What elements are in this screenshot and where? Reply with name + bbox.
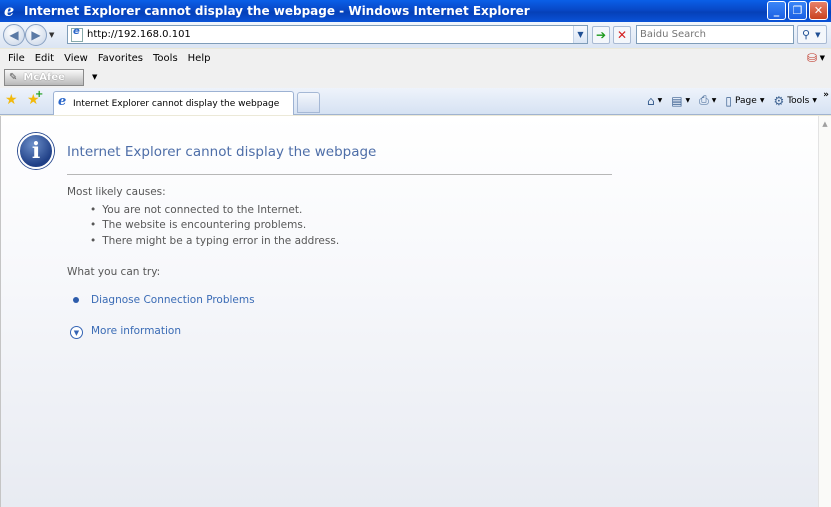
mcafee-button[interactable]: ✎ McAfee bbox=[4, 69, 84, 86]
mcafee-toolbar: ✎ McAfee ▼ bbox=[0, 68, 831, 88]
page-dropdown-icon[interactable]: ▼ bbox=[760, 97, 765, 104]
list-item: The website is encountering problems. bbox=[90, 218, 339, 234]
causes-heading: Most likely causes: bbox=[67, 186, 166, 198]
bullet-icon bbox=[73, 297, 79, 303]
title-bar: e Internet Explorer cannot display the w… bbox=[0, 0, 831, 22]
ie-page-icon: e bbox=[58, 93, 67, 109]
back-button[interactable]: ◀ bbox=[3, 24, 25, 46]
stop-button[interactable]: ✕ bbox=[613, 26, 631, 44]
tools-dropdown-icon[interactable]: ▼ bbox=[812, 97, 817, 104]
mcafee-label: McAfee bbox=[23, 72, 65, 83]
back-arrow-icon: ◀ bbox=[9, 28, 19, 42]
address-dropdown-button[interactable]: ▼ bbox=[573, 26, 587, 43]
list-item: There might be a typing error in the add… bbox=[90, 233, 339, 249]
vertical-scrollbar[interactable]: ▲ bbox=[818, 116, 831, 507]
print-dropdown-icon[interactable]: ▼ bbox=[712, 97, 717, 104]
try-heading: What you can try: bbox=[67, 266, 161, 278]
page-icon bbox=[71, 26, 83, 42]
ie-logo-icon: e bbox=[4, 1, 15, 20]
tab-bar: ★ ★ e Internet Explorer cannot display t… bbox=[0, 88, 831, 115]
pencil-icon: ✎ bbox=[9, 72, 18, 83]
search-button[interactable]: ⚲ ▼ bbox=[797, 25, 827, 44]
more-information-link[interactable]: More information bbox=[91, 325, 181, 337]
maximize-button[interactable]: ❐ bbox=[788, 1, 807, 20]
close-button[interactable]: ✕ bbox=[809, 1, 828, 20]
error-title: Internet Explorer cannot display the web… bbox=[67, 144, 377, 160]
menu-file[interactable]: File bbox=[4, 53, 31, 64]
go-arrow-icon: ➔ bbox=[595, 28, 607, 42]
print-icon[interactable]: ⎙ bbox=[699, 93, 709, 108]
tab-active[interactable]: e Internet Explorer cannot display the w… bbox=[53, 91, 294, 115]
tab-label: Internet Explorer cannot display the web… bbox=[73, 98, 280, 109]
recent-pages-dropdown[interactable]: ▼ bbox=[49, 31, 54, 39]
go-button[interactable]: ➔ bbox=[592, 26, 610, 44]
add-favorites-icon[interactable]: ★ bbox=[27, 89, 43, 108]
search-icon: ⚲ bbox=[802, 28, 811, 41]
list-item: You are not connected to the Internet. bbox=[90, 202, 339, 218]
info-icon: i bbox=[18, 133, 54, 169]
forward-arrow-icon: ▶ bbox=[31, 28, 41, 42]
menu-favorites[interactable]: Favorites bbox=[94, 53, 149, 64]
mcafee-dropdown-icon[interactable]: ▼ bbox=[92, 73, 97, 81]
page-menu-icon: ▯ bbox=[725, 93, 733, 108]
gear-icon: ⚙ bbox=[773, 93, 785, 108]
window-controls: _ ❐ ✕ bbox=[767, 1, 828, 20]
page-menu-button[interactable]: Page bbox=[735, 96, 757, 106]
divider bbox=[67, 174, 612, 175]
search-box[interactable] bbox=[636, 25, 794, 44]
causes-list: You are not connected to the Internet. T… bbox=[90, 202, 339, 249]
forward-button[interactable]: ▶ bbox=[25, 24, 47, 46]
page-content: i Internet Explorer cannot display the w… bbox=[0, 116, 818, 507]
favorites-star-icon[interactable]: ★ bbox=[5, 92, 18, 108]
search-input[interactable] bbox=[640, 29, 790, 40]
command-bar: ⌂ ▼ ▤ ▼ ⎙ ▼ ▯ Page ▼ ⚙ Tools ▼ bbox=[647, 93, 823, 108]
home-icon[interactable]: ⌂ bbox=[647, 94, 655, 108]
home-dropdown-icon[interactable]: ▼ bbox=[658, 97, 663, 104]
feeds-dropdown-icon[interactable]: ▼ bbox=[686, 97, 691, 104]
minimize-button[interactable]: _ bbox=[767, 1, 786, 20]
feeds-icon[interactable]: ▤ bbox=[671, 94, 682, 108]
expand-down-icon[interactable]: ▼ bbox=[70, 326, 83, 339]
translate-icon[interactable]: ⛁ bbox=[807, 51, 817, 65]
window-title: Internet Explorer cannot display the web… bbox=[24, 4, 530, 18]
toolbar-overflow-icon[interactable]: » bbox=[823, 90, 829, 100]
menu-edit[interactable]: Edit bbox=[31, 53, 60, 64]
address-row: ◀ ▶ ▼ http://192.168.0.101 ▼ ➔ ✕ ⚲▼ bbox=[0, 22, 831, 48]
address-url: http://192.168.0.101 bbox=[87, 29, 191, 40]
menu-view[interactable]: View bbox=[60, 53, 94, 64]
scroll-up-icon[interactable]: ▲ bbox=[819, 116, 831, 132]
menu-help[interactable]: Help bbox=[184, 53, 217, 64]
search-dropdown-icon: ▼ bbox=[815, 30, 821, 39]
translate-dropdown-icon[interactable]: ▼ bbox=[820, 54, 825, 62]
menu-bar: File Edit View Favorites Tools Help ⛁ ▼ bbox=[0, 49, 831, 68]
tools-menu-button[interactable]: Tools bbox=[787, 96, 809, 106]
diagnose-connection-link[interactable]: Diagnose Connection Problems bbox=[91, 294, 255, 306]
address-input[interactable]: http://192.168.0.101 ▼ bbox=[67, 25, 588, 44]
stop-x-icon: ✕ bbox=[616, 28, 628, 42]
new-tab-button[interactable] bbox=[297, 92, 320, 113]
menu-tools[interactable]: Tools bbox=[149, 53, 184, 64]
